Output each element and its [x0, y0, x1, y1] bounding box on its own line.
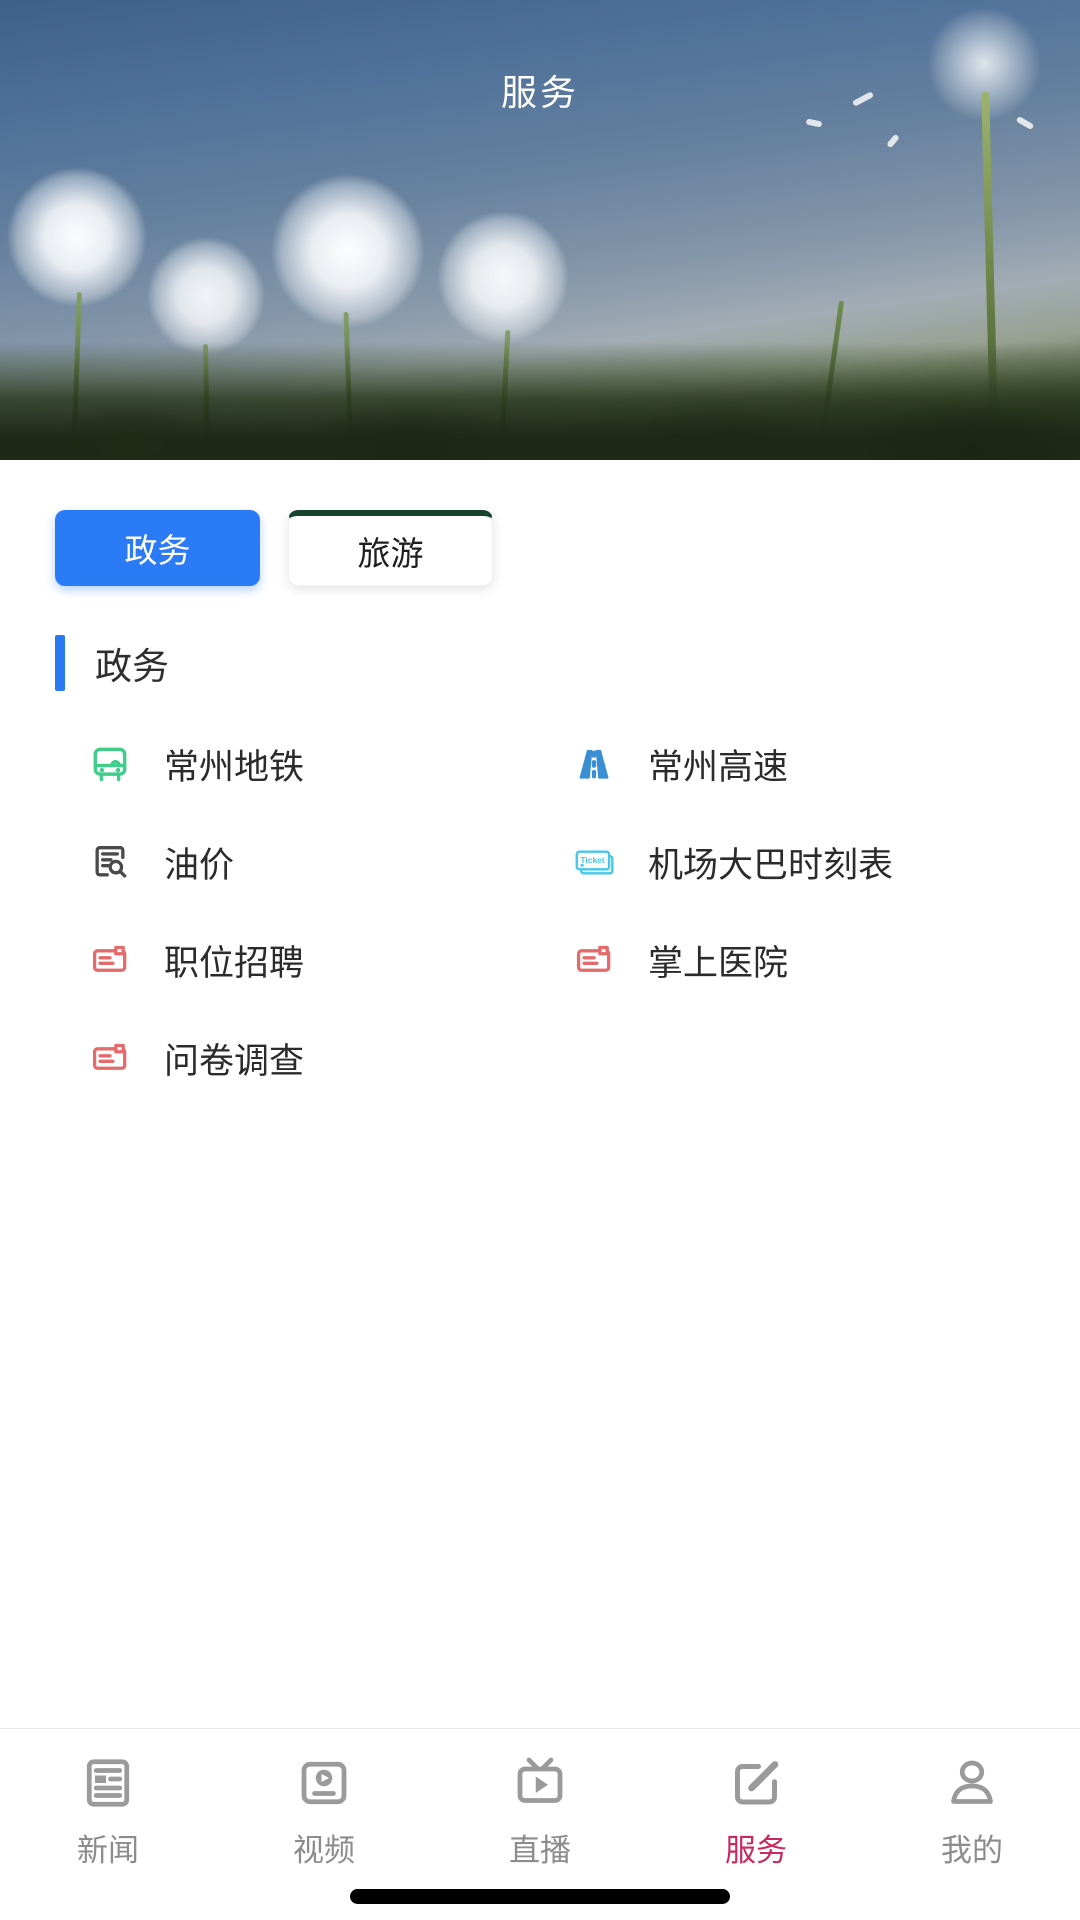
video-icon: [301, 1761, 347, 1805]
dandelion-flower: [8, 168, 146, 306]
service-label: 油价: [164, 845, 235, 885]
service-label: 掌上医院: [648, 943, 789, 983]
service-item-metro[interactable]: 常州地铁: [88, 742, 572, 787]
app-screen: 服务 政务 旅游 政务 常州地铁 常州高速 油价 Ticket 机场大巴时刻表 …: [0, 0, 1080, 1920]
ticket-icon: Ticket: [575, 850, 614, 875]
tabbar-label: 我的: [941, 1833, 1003, 1868]
dandelion-seed: [805, 118, 823, 128]
metro-icon: [93, 747, 127, 782]
survey-card-icon: [92, 1043, 127, 1070]
tabbar-label: 视频: [293, 1833, 355, 1868]
tabbar-label: 服务: [725, 1833, 787, 1868]
dandelion-seed: [1015, 115, 1035, 131]
oil-price-icon: [95, 846, 127, 878]
services-grid: 常州地铁 常州高速 油价 Ticket 机场大巴时刻表 职位招聘 掌上医院 问卷…: [88, 742, 1080, 1081]
service-item-hospital[interactable]: 掌上医院: [572, 938, 1080, 983]
header-image: 服务: [0, 0, 1080, 460]
tabbar-label: 直播: [509, 1833, 571, 1868]
service-label: 常州高速: [648, 747, 789, 787]
tabbar-label: 新闻: [77, 1833, 139, 1868]
section-title: 政务: [95, 646, 169, 687]
dandelion-seed: [886, 133, 900, 149]
category-tabs: 政务 旅游: [55, 510, 1080, 586]
dandelion-flower: [272, 175, 424, 327]
tabbar-item-profile[interactable]: 我的: [864, 1729, 1080, 1920]
recruitment-card-icon: [92, 945, 127, 972]
highway-icon: [579, 749, 609, 779]
section-header: 政务: [55, 635, 1080, 691]
home-indicator[interactable]: [350, 1889, 730, 1904]
tab-tourism[interactable]: 旅游: [288, 510, 493, 586]
tabbar-item-news[interactable]: 新闻: [0, 1729, 216, 1920]
service-item-airport-bus[interactable]: Ticket 机场大巴时刻表: [572, 840, 1080, 885]
dandelion-flower: [438, 212, 568, 342]
hospital-card-icon: [576, 945, 611, 972]
grass-foreground: [0, 342, 1080, 460]
service-label: 常州地铁: [164, 747, 305, 787]
page-title: 服务: [500, 72, 579, 113]
service-item-oil-price[interactable]: 油价: [88, 840, 572, 885]
service-item-recruitment[interactable]: 职位招聘: [88, 938, 572, 983]
service-label: 机场大巴时刻表: [648, 845, 894, 885]
news-icon: [86, 1759, 130, 1807]
svg-text:Ticket: Ticket: [580, 855, 604, 865]
service-label: 职位招聘: [164, 943, 305, 983]
service-label: 问卷调查: [164, 1041, 305, 1081]
service-item-survey[interactable]: 问卷调查: [88, 1036, 572, 1081]
services-compose-icon: [735, 1761, 779, 1805]
tab-government[interactable]: 政务: [55, 510, 260, 586]
service-item-highway[interactable]: 常州高速: [572, 742, 1080, 787]
dandelion-flower: [148, 238, 264, 354]
profile-icon: [951, 1760, 993, 1804]
section-accent-bar: [55, 635, 65, 691]
live-tv-icon: [517, 1757, 563, 1803]
